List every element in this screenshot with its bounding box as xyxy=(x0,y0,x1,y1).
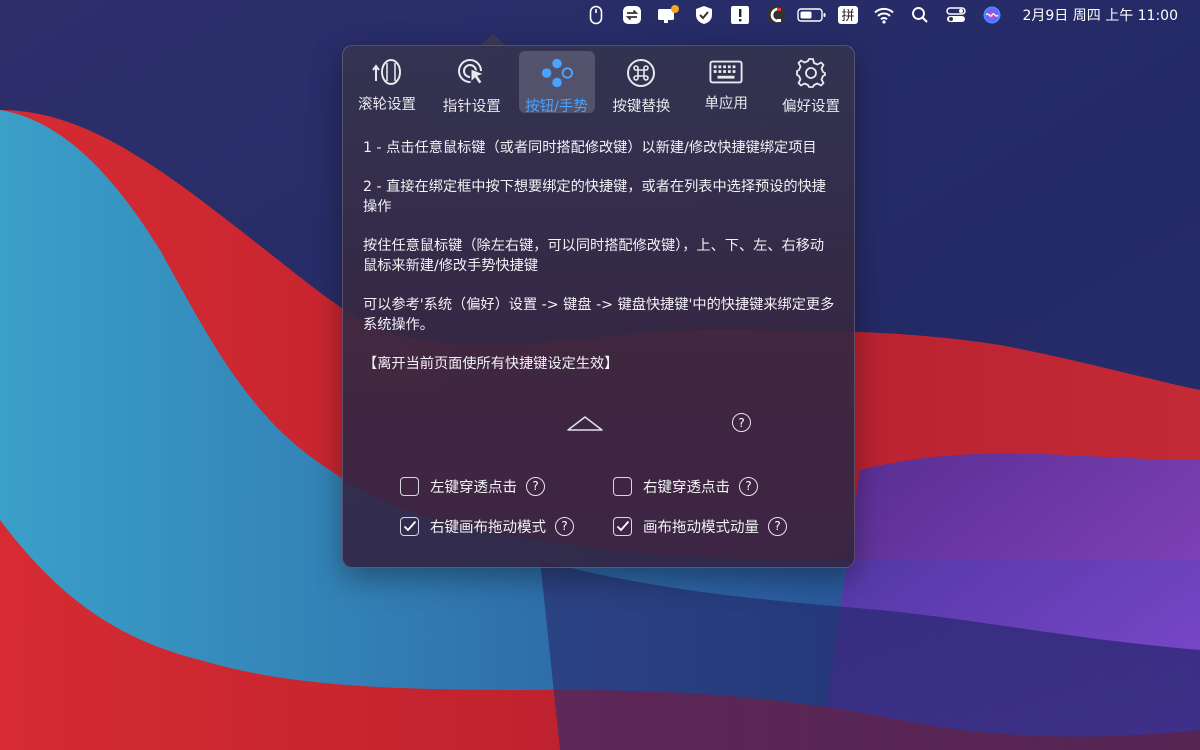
checkbox-right-click-through[interactable] xyxy=(613,476,632,496)
option-left-click-through[interactable]: 左键穿透点击 ? xyxy=(400,476,613,497)
help-icon[interactable]: ? xyxy=(555,516,574,536)
tab-preferences[interactable]: 偏好设置 xyxy=(773,51,849,115)
tab-key-remap[interactable]: 按键替换 xyxy=(603,51,679,115)
instruction-step-1: 1 - 点击任意鼠标键（或者同时搭配修改键）以新建/修改快捷键绑定项目 xyxy=(363,140,817,156)
tab-label: 滚轮设置 xyxy=(358,97,416,113)
chevron-up-icon[interactable] xyxy=(566,413,604,433)
options-row: 右键画布拖动模式 ? 画布拖动模式动量 ? xyxy=(400,506,820,546)
checkbox-right-canvas-drag[interactable] xyxy=(400,516,419,536)
sync-arrows-icon[interactable] xyxy=(614,0,650,30)
siri-icon[interactable] xyxy=(974,0,1010,30)
help-icon[interactable]: ? xyxy=(732,413,751,432)
help-icon[interactable]: ? xyxy=(768,516,787,536)
input-method-label: 拼 xyxy=(842,9,855,24)
tab-label: 偏好设置 xyxy=(781,99,840,115)
mouse-icon[interactable] xyxy=(578,0,614,30)
tab-bar: 滚轮设置 指针设置 按钮/手势 按键替换 单应用 偏好设置 xyxy=(349,51,849,115)
control-center-icon[interactable] xyxy=(938,0,974,30)
tab-per-app[interactable]: 单应用 xyxy=(688,51,764,113)
instruction-step-2: 2 - 直接在绑定框中按下想要绑定的快捷键，或者在列表中选择预设的快捷操作 xyxy=(363,179,826,215)
wifi-icon[interactable] xyxy=(866,0,902,30)
scroll-wheel-icon xyxy=(370,57,404,87)
option-label: 右键画布拖动模式 xyxy=(430,519,546,536)
checkmark-icon xyxy=(403,520,416,532)
instruction-note: 【离开当前页面使所有快捷键设定生效】 xyxy=(363,356,619,372)
checkbox-left-click-through[interactable] xyxy=(400,476,419,496)
tab-scroll-wheel[interactable]: 滚轮设置 xyxy=(349,51,425,113)
screen-notification-icon[interactable] xyxy=(650,0,686,30)
menu-bar-clock[interactable]: 2月9日 周四 上午 11:00 xyxy=(1022,5,1178,25)
tab-label: 指针设置 xyxy=(442,99,501,115)
tab-label: 单应用 xyxy=(704,96,748,112)
tab-label: 按钮/手势 xyxy=(525,99,589,115)
tab-pointer[interactable]: 指针设置 xyxy=(434,51,510,115)
instruction-gesture: 按住任意鼠标键（除左右键，可以同时搭配修改键），上、下、左、右移动鼠标来新建/修… xyxy=(363,238,825,274)
menu-bar: 拼 2月9日 周四 上午 11:00 xyxy=(0,0,1200,30)
options-row: 左键穿透点击 ? 右键穿透点击 ? xyxy=(400,466,820,506)
instructions-text: 1 - 点击任意鼠标键（或者同时搭配修改键）以新建/修改快捷键绑定项目 2 - … xyxy=(363,138,838,374)
shield-check-icon[interactable] xyxy=(686,0,722,30)
buttons-gesture-icon xyxy=(540,57,574,89)
options-group: 左键穿透点击 ? 右键穿透点击 ? 右键画布拖动模式 ? 画布拖动模式动量 ? xyxy=(400,466,820,546)
checkbox-canvas-drag-momentum[interactable] xyxy=(613,516,632,536)
keyboard-icon xyxy=(709,57,743,86)
checkmark-icon xyxy=(616,520,629,532)
option-label: 画布拖动模式动量 xyxy=(643,519,759,536)
help-icon[interactable]: ? xyxy=(526,476,545,496)
option-right-click-through[interactable]: 右键穿透点击 ? xyxy=(613,476,758,497)
option-label: 右键穿透点击 xyxy=(643,479,730,496)
alert-box-icon[interactable] xyxy=(722,0,758,30)
search-icon[interactable] xyxy=(902,0,938,30)
input-method-pinyin-icon[interactable]: 拼 xyxy=(830,0,866,30)
gear-icon xyxy=(794,57,828,89)
magnet-icon[interactable] xyxy=(758,0,794,30)
tab-buttons-gesture[interactable]: 按钮/手势 xyxy=(518,51,595,115)
option-right-canvas-drag[interactable]: 右键画布拖动模式 ? xyxy=(400,516,613,537)
help-icon[interactable]: ? xyxy=(739,476,758,496)
option-canvas-drag-momentum[interactable]: 画布拖动模式动量 ? xyxy=(613,516,787,537)
battery-icon[interactable] xyxy=(794,0,830,30)
instruction-reference: 可以参考'系统（偏好）设置 -> 键盘 -> 键盘快捷键'中的快捷键来绑定更多系… xyxy=(363,297,835,333)
tab-label: 按键替换 xyxy=(612,99,671,115)
option-label: 左键穿透点击 xyxy=(430,479,517,496)
pointer-click-icon xyxy=(455,57,489,89)
command-key-icon xyxy=(624,57,658,89)
settings-popover: 滚轮设置 指针设置 按钮/手势 按键替换 单应用 偏好设置 1 - 点击任意鼠标… xyxy=(342,45,855,568)
